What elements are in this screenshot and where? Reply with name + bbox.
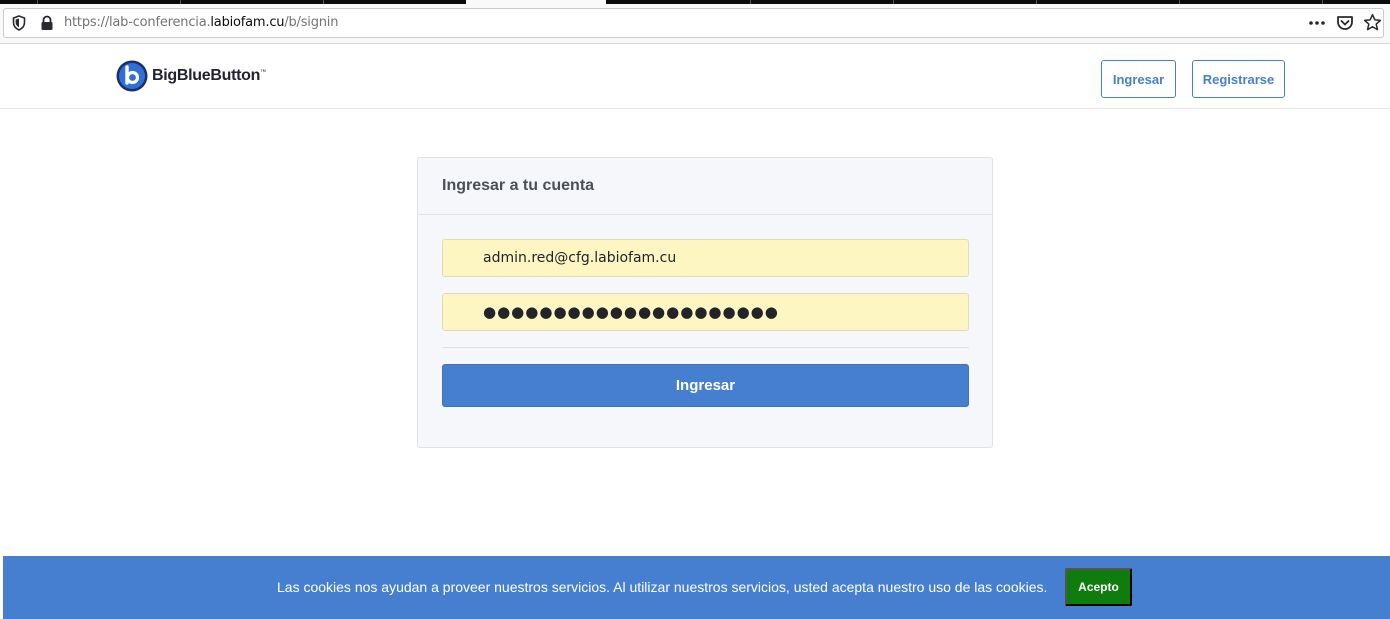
logo-wordmark: BigBlueButton (152, 67, 261, 84)
bookmark-star-icon[interactable] (1363, 13, 1382, 32)
cookie-banner: Las cookies nos ayudan a proveer nuestro… (3, 556, 1390, 619)
page-actions-icon[interactable] (1308, 14, 1326, 32)
form-divider (442, 347, 969, 348)
url-text[interactable]: https://lab-conferencia.labiofam.cu/b/si… (64, 15, 338, 30)
navigation-toolbar: https://lab-conferencia.labiofam.cu/b/si… (0, 4, 1390, 44)
header-signup-button[interactable]: Registrarse (1192, 60, 1285, 98)
login-submit-button[interactable]: Ingresar (442, 364, 969, 407)
bigbluebutton-logo-icon (116, 60, 148, 92)
lock-icon[interactable] (40, 15, 54, 31)
login-card-header: Ingresar a tu cuenta (418, 158, 992, 215)
pocket-icon[interactable] (1336, 14, 1354, 32)
login-card: Ingresar a tu cuenta admin.red@cfg.labio… (417, 157, 993, 448)
password-field[interactable]: ●●●●●●●●●●●●●●●●●●●●● (442, 293, 969, 331)
shield-icon[interactable] (12, 15, 26, 31)
url-host: labiofam.cu (210, 15, 285, 30)
cookie-message: Las cookies nos ayudan a proveer nuestro… (277, 579, 1048, 595)
login-title: Ingresar a tu cuenta (442, 177, 595, 194)
logo-trademark: ™ (260, 69, 266, 76)
header-signin-button[interactable]: Ingresar (1101, 60, 1176, 98)
email-field[interactable]: admin.red@cfg.labiofam.cu (442, 239, 969, 277)
bigbluebutton-logo[interactable]: BigBlueButton™ (116, 60, 266, 92)
site-header: BigBlueButton™ Ingresar Registrarse (0, 45, 1390, 109)
url-path: /b/signin (284, 15, 339, 30)
address-bar[interactable]: https://lab-conferencia.labiofam.cu/b/si… (3, 8, 1384, 38)
cookie-accept-button[interactable]: Acepto (1065, 568, 1132, 606)
url-prefix: https://lab-conferencia. (64, 15, 211, 30)
logo-text: BigBlueButton™ (152, 67, 266, 85)
